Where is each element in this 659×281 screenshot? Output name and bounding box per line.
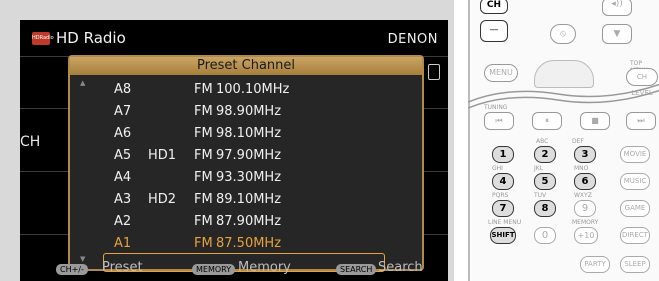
tv-screen-frame: HDRadio HD Radio DENON CH Preset Channel… (0, 0, 454, 281)
ch-down-button[interactable]: — (480, 20, 508, 42)
shift-button[interactable]: SHIFT (490, 227, 516, 244)
key-guide: CH+/- Preset MEMORY Memory SEARCH Search (20, 260, 448, 281)
pause-button[interactable]: ⏸ (532, 112, 562, 130)
key-4-button[interactable]: 4 (492, 173, 514, 190)
preset-number: A5 (114, 148, 132, 163)
band-label: FM (194, 104, 213, 119)
key-plus10-button[interactable]: +10 (574, 227, 598, 244)
frequency-value: 89.10MHz (216, 192, 282, 207)
frequency-value: 93.30MHz (216, 170, 282, 185)
preset-number: A8 (114, 82, 132, 97)
skip-forward-button[interactable]: ⏭ (626, 112, 656, 130)
band-label: FM (194, 170, 213, 185)
popup-title: Preset Channel (70, 57, 422, 75)
line-menu-label: LINE MENU (488, 219, 522, 226)
preset-row[interactable]: A1 FM 87.50MHz (70, 233, 422, 253)
preset-row[interactable]: A7 FM 98.90MHz (70, 101, 422, 121)
key-6-button[interactable]: 6 (574, 173, 596, 190)
memory-guide-label: Memory (238, 260, 291, 275)
frequency-value: 97.90MHz (216, 148, 282, 163)
key-letters-def: DEF (572, 138, 584, 145)
frequency-value: 87.90MHz (216, 214, 282, 229)
key-7-button[interactable]: 7 (492, 200, 514, 217)
music-button[interactable]: MUSIC (620, 173, 650, 190)
preset-row[interactable]: A2 FM 87.90MHz (70, 211, 422, 231)
direct-button[interactable]: DIRECT (620, 227, 650, 244)
key-1-button[interactable]: 1 (492, 146, 514, 163)
sleep-button[interactable]: SLEEP (620, 256, 650, 273)
party-button[interactable]: PARTY (580, 256, 610, 273)
mute-button[interactable]: ⦸ (550, 24, 576, 44)
volume-up-button[interactable]: ◂)) (602, 0, 632, 16)
key-letters-pqrs: PQRS (492, 192, 509, 199)
volume-down-button[interactable]: ▼ (602, 24, 632, 44)
side-indicator-icon (428, 64, 440, 80)
memory-key-badge: MEMORY (192, 264, 236, 275)
preset-number: A1 (114, 236, 132, 251)
preset-row[interactable]: A6 FM 98.10MHz (70, 123, 422, 143)
key-3-button[interactable]: 3 (574, 146, 596, 163)
hd-channel: HD1 (148, 148, 177, 163)
preset-channel-popup: Preset Channel ▲ A8 FM 100.10MHz A7 FM 98.90M… (68, 55, 424, 272)
source-title: HD Radio (56, 29, 126, 47)
tv-screen: HDRadio HD Radio DENON CH Preset Channel… (20, 20, 448, 281)
key-letters-wxyz: WXYZ (574, 192, 592, 199)
memory-label: MEMORY (572, 219, 599, 226)
key-letters-ghi: GHI (492, 165, 503, 172)
band-label: FM (194, 148, 213, 163)
preset-row[interactable]: A3 HD2 FM 89.10MHz (70, 189, 422, 209)
key-2-button[interactable]: 2 (534, 146, 556, 163)
key-5-button[interactable]: 5 (534, 173, 556, 190)
movie-button[interactable]: MOVIE (620, 146, 650, 163)
frequency-value: 98.90MHz (216, 104, 282, 119)
hd-radio-logo-icon: HDRadio (32, 32, 54, 45)
preset-number: A4 (114, 170, 132, 185)
brand-logo: DENON (387, 32, 438, 47)
key-letters-mno: MNO (574, 165, 589, 172)
tuning-label: TUNING (484, 104, 508, 111)
preset-row[interactable]: A8 FM 100.10MHz (70, 79, 422, 99)
hd-channel: HD2 (148, 192, 177, 207)
preset-number: A3 (114, 192, 132, 207)
preset-number: A7 (114, 104, 132, 119)
band-label: FM (194, 82, 213, 97)
skip-back-button[interactable]: ⏮ (484, 112, 514, 130)
preset-row[interactable]: A5 HD1 FM 97.90MHz (70, 145, 422, 165)
tv-header: HDRadio HD Radio DENON (20, 20, 448, 57)
band-label: FM (194, 214, 213, 229)
preset-row[interactable]: A4 FM 93.30MHz (70, 167, 422, 187)
ch-up-button[interactable]: CH (480, 0, 508, 14)
ch-key-badge: CH+/- (56, 264, 88, 275)
search-guide-label: Search (378, 260, 423, 275)
preset-guide-label: Preset (102, 260, 143, 275)
search-key-badge: SEARCH (336, 264, 377, 275)
preset-number: A6 (114, 126, 132, 141)
frequency-value: 87.50MHz (216, 236, 282, 251)
key-letters-tuv: TUV (534, 192, 547, 199)
band-label: FM (194, 192, 213, 207)
key-9-button[interactable]: 9 (574, 200, 596, 217)
key-8-button[interactable]: 8 (534, 200, 556, 217)
game-button[interactable]: GAME (620, 200, 650, 217)
channel-label: CH (20, 134, 41, 150)
stop-button[interactable]: ■ (580, 112, 610, 130)
key-letters-jkl: JKL (534, 165, 544, 172)
band-label: FM (194, 236, 213, 251)
key-letters-abc: ABC (536, 138, 549, 145)
remote-control: CH — ⦸ ◂)) ▼ MENU TOP MENU CH LEVEL TUNI… (468, 0, 659, 281)
preset-number: A2 (114, 214, 132, 229)
frequency-value: 98.10MHz (216, 126, 282, 141)
band-label: FM (194, 126, 213, 141)
key-0-button[interactable]: 0 (534, 227, 556, 244)
frequency-value: 100.10MHz (216, 82, 290, 97)
